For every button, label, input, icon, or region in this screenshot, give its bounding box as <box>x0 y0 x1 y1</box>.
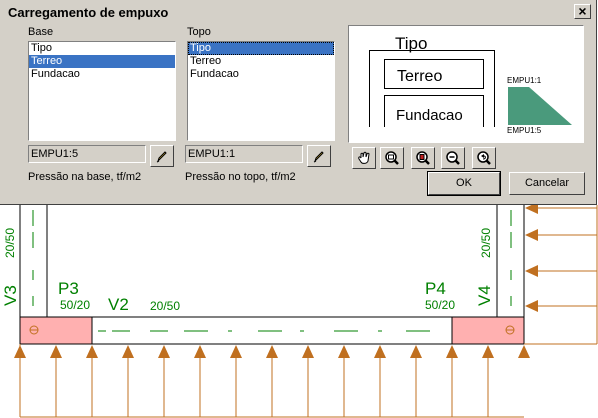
pillar-right-name: P4 <box>425 279 446 298</box>
dialog-title: Carregamento de empuxo <box>8 5 169 20</box>
column-right-dim: 20/50 <box>479 228 493 258</box>
topo-item-fundacao[interactable]: Fundacao <box>188 68 334 81</box>
column-right-name: V4 <box>475 285 494 306</box>
preview-level-bottom-box: Fundacao <box>384 95 484 127</box>
load-arrow-up <box>158 345 170 358</box>
load-arrow-up <box>14 345 26 358</box>
base-caption: Pressão na base, tf/m2 <box>28 171 142 183</box>
base-item-fundacao[interactable]: Fundacao <box>29 68 175 81</box>
load-arrow-up <box>518 345 530 358</box>
ok-button[interactable]: OK <box>427 171 501 196</box>
pan-hand-icon <box>358 151 370 164</box>
structure-lines <box>19 205 525 345</box>
column-left-name: V3 <box>1 285 20 306</box>
cancel-button[interactable]: Cancelar <box>509 172 585 195</box>
pillar-left-name: P3 <box>58 279 79 298</box>
column-left-dim: 20/50 <box>3 228 17 258</box>
zoom-all-button[interactable] <box>411 147 435 169</box>
topo-listbox[interactable]: Tipo Terreo Fundacao <box>187 41 335 141</box>
load-arrow-up <box>230 345 242 358</box>
title-bar[interactable]: Carregamento de empuxo × <box>2 3 593 22</box>
pencil-icon <box>156 151 167 163</box>
load-arrow-up <box>266 345 278 358</box>
base-label: Base <box>28 26 54 38</box>
load-arrow-up <box>122 345 134 358</box>
load-arrow-up <box>86 345 98 358</box>
base-item-tipo[interactable]: Tipo <box>29 42 175 55</box>
zoom-out-button[interactable] <box>441 147 465 169</box>
load-arrow-up <box>482 345 494 358</box>
pillar-left-dim: 50/20 <box>60 298 90 312</box>
beam-dim: 20/50 <box>150 299 180 313</box>
load-arrow-up <box>302 345 314 358</box>
axis-lines <box>32 210 512 332</box>
load-arrow-up <box>338 345 350 358</box>
preview-level-bottom: Fundacao <box>396 107 463 124</box>
load-arrow-up <box>410 345 422 358</box>
pillar-right-dim: 50/20 <box>425 298 455 312</box>
load-arrow-up <box>446 345 458 358</box>
load-arrow-left <box>525 265 538 277</box>
load-arrow-left <box>525 229 538 241</box>
empuxo-dialog: Carregamento de empuxo × Base Tipo Terre… <box>0 0 597 205</box>
load-arrow-up <box>50 345 62 358</box>
topo-label: Topo <box>187 26 211 38</box>
base-listbox[interactable]: Tipo Terreo Fundacao <box>28 41 176 141</box>
close-button[interactable]: × <box>574 4 591 19</box>
load-arrow-up <box>194 345 206 358</box>
preview-bottom-label: EMPU1:5 <box>507 126 542 135</box>
base-edit-button[interactable] <box>150 145 174 167</box>
preview-top-label: EMPU1:1 <box>507 76 542 85</box>
topo-edit-button[interactable] <box>307 145 331 167</box>
preview-level-mid: Terreo <box>397 68 443 85</box>
preview-level-mid-box: Terreo <box>384 59 484 89</box>
pressure-diagram <box>508 87 572 125</box>
zoom-previous-icon <box>477 151 491 165</box>
load-arrow-left <box>525 300 538 312</box>
base-value-field: EMPU1:5 <box>28 145 146 163</box>
topo-caption: Pressão no topo, tf/m2 <box>185 171 296 183</box>
base-item-terreo[interactable]: Terreo <box>29 55 175 68</box>
preview-panel: Tipo Terreo Fundacao EMPU1:1 EMPU1:5 <box>348 25 584 143</box>
zoom-window-icon <box>385 151 399 165</box>
pencil-icon <box>313 151 324 163</box>
zoom-out-icon <box>446 151 460 165</box>
pan-button[interactable] <box>352 147 376 169</box>
zoom-window-button[interactable] <box>380 147 404 169</box>
zoom-all-icon <box>416 151 430 165</box>
topo-item-tipo[interactable]: Tipo <box>188 42 334 55</box>
load-arrow-up <box>374 345 386 358</box>
zoom-previous-button[interactable] <box>472 147 496 169</box>
topo-value-field: EMPU1:1 <box>185 145 303 163</box>
load-arrows <box>14 202 598 418</box>
topo-item-terreo[interactable]: Terreo <box>188 55 334 68</box>
beam-name: V2 <box>108 295 129 314</box>
